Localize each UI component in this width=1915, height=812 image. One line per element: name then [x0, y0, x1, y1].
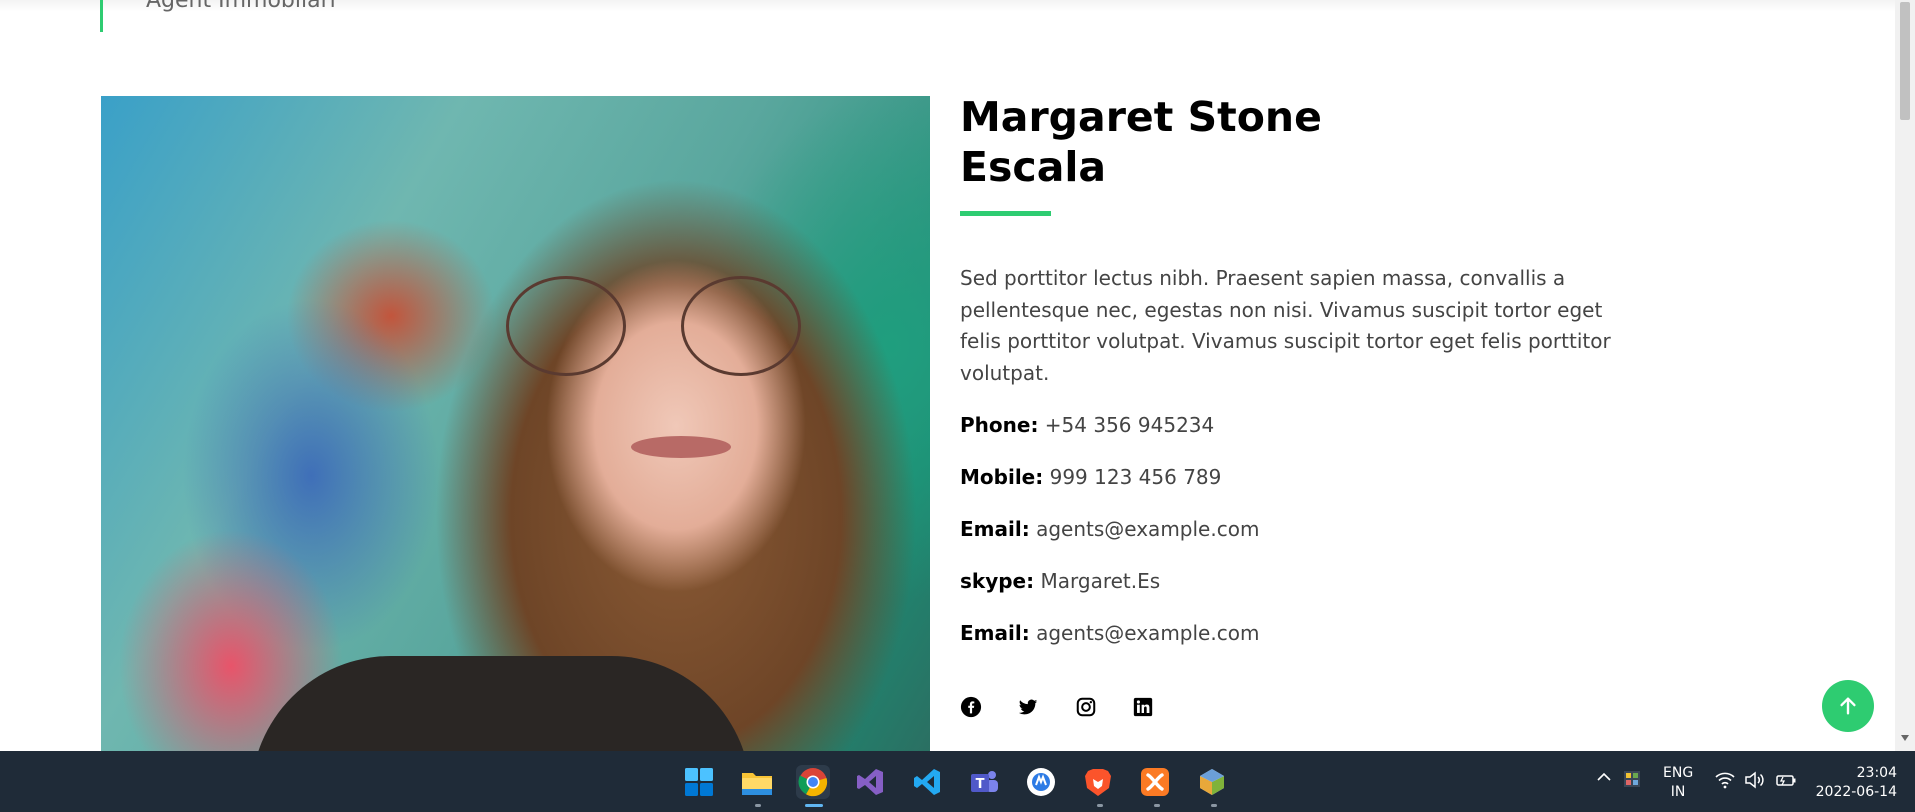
- clock-date: 2022-06-14: [1815, 784, 1897, 800]
- clock-time: 23:04: [1856, 765, 1897, 781]
- region-code: IN: [1670, 784, 1686, 800]
- agent-name-line1: Margaret Stone: [960, 93, 1322, 141]
- tray-app-icon[interactable]: [1623, 770, 1641, 792]
- vscode-icon[interactable]: [910, 765, 944, 799]
- app-icon[interactable]: [1024, 765, 1058, 799]
- subtitle-accent-bar: [100, 0, 103, 32]
- battery-icon[interactable]: [1775, 771, 1797, 793]
- chevron-up-icon[interactable]: [1596, 769, 1612, 789]
- agent-name: Margaret Stone Escala: [960, 92, 1480, 192]
- contact-label: skype:: [960, 569, 1035, 593]
- taskbar-indicator: [1211, 804, 1217, 807]
- language-code: ENG: [1663, 765, 1694, 781]
- clock[interactable]: 23:04 2022-06-14: [1812, 764, 1897, 802]
- brave-icon[interactable]: [1081, 765, 1115, 799]
- contact-value[interactable]: agents@example.com: [1036, 621, 1259, 645]
- page-subtitle: Agent Immobilari: [146, 0, 336, 13]
- app-cube-icon[interactable]: [1195, 765, 1229, 799]
- scrollbar-thumb[interactable]: [1900, 2, 1910, 120]
- contact-value: 999 123 456 789: [1049, 465, 1222, 489]
- taskbar: T ENG IN 23:04 2022-06-14: [0, 751, 1915, 812]
- wifi-icon[interactable]: [1715, 771, 1735, 793]
- vertical-scrollbar[interactable]: [1895, 0, 1915, 751]
- contact-label: Email:: [960, 517, 1030, 541]
- teams-icon[interactable]: T: [967, 765, 1001, 799]
- photo-lips: [631, 436, 731, 458]
- photo-glasses-left: [506, 276, 626, 376]
- visual-studio-icon[interactable]: [853, 765, 887, 799]
- twitter-icon[interactable]: [1016, 695, 1040, 719]
- contact-value: +54 356 945234: [1044, 413, 1215, 437]
- contact-label: Phone:: [960, 413, 1039, 437]
- svg-text:T: T: [976, 777, 985, 792]
- scroll-to-top-button[interactable]: [1822, 680, 1874, 732]
- contact-value: Margaret.Es: [1040, 569, 1161, 593]
- linkedin-icon[interactable]: [1131, 695, 1155, 719]
- taskbar-indicator-active: [805, 804, 823, 807]
- photo-shirt: [251, 656, 751, 751]
- scrollbar-down-arrow[interactable]: [1901, 735, 1909, 741]
- contact-mobile: Mobile: 999 123 456 789: [960, 465, 1221, 489]
- xampp-icon[interactable]: [1138, 765, 1172, 799]
- taskbar-indicator: [1154, 804, 1160, 807]
- taskbar-indicator: [1097, 804, 1103, 807]
- contact-label: Email:: [960, 621, 1030, 645]
- agent-photo: [101, 96, 930, 751]
- language-indicator[interactable]: ENG IN: [1663, 764, 1693, 802]
- instagram-icon[interactable]: [1074, 695, 1098, 719]
- contact-email-2: Email: agents@example.com: [960, 621, 1259, 645]
- windows-start-icon[interactable]: [682, 765, 716, 799]
- agent-name-line2: Escala: [960, 143, 1107, 191]
- agent-bio: Sed porttitor lectus nibh. Praesent sapi…: [960, 266, 1611, 385]
- contact-email: Email: agents@example.com: [960, 517, 1259, 541]
- file-explorer-icon[interactable]: [740, 765, 774, 799]
- contact-skype: skype: Margaret.Es: [960, 569, 1160, 593]
- contact-value[interactable]: agents@example.com: [1036, 517, 1259, 541]
- contact-label: Mobile:: [960, 465, 1044, 489]
- arrow-up-icon: [1840, 697, 1856, 715]
- photo-glasses-right: [681, 276, 801, 376]
- taskbar-indicator: [755, 804, 761, 807]
- name-underline: [960, 211, 1051, 216]
- facebook-icon[interactable]: [959, 695, 983, 719]
- chrome-icon[interactable]: [796, 765, 830, 799]
- volume-icon[interactable]: [1744, 771, 1764, 793]
- page: Agent Immobilari Margaret Stone Escala S…: [0, 0, 1915, 751]
- contact-phone: Phone: +54 356 945234: [960, 413, 1214, 437]
